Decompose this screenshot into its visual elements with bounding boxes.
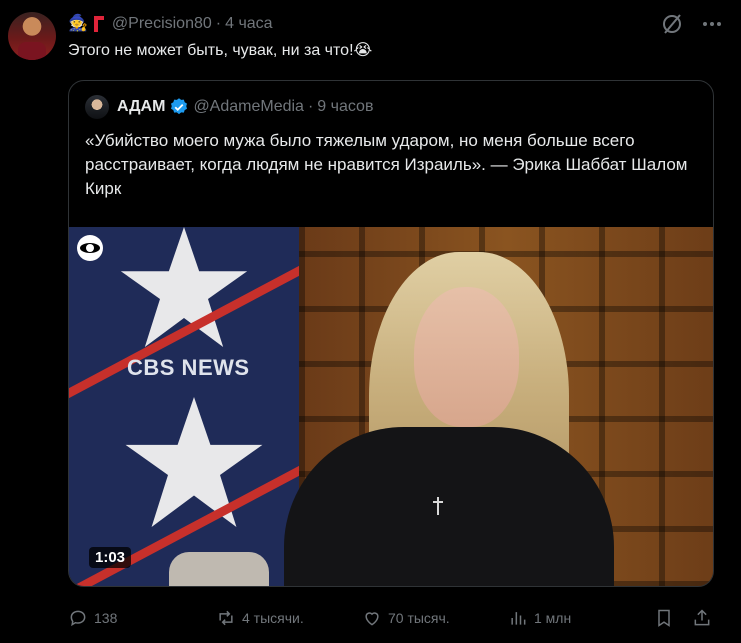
separator-dot: · xyxy=(307,98,314,115)
like-button[interactable]: 70 тысяч. xyxy=(362,604,450,632)
views-chart-icon xyxy=(511,612,526,625)
video-duration: 1:03 xyxy=(89,547,132,568)
wizard-badge-icon: 🧙 xyxy=(68,15,88,32)
tweet-time[interactable]: 4 часа xyxy=(225,15,272,33)
quoted-tweet[interactable]: АДАМ @AdameMedia · 9 часов «Убийство мое… xyxy=(68,80,714,587)
reply-icon xyxy=(70,610,86,627)
bookmark-icon xyxy=(658,609,670,627)
separator-dot: · xyxy=(215,15,222,32)
more-options-icon[interactable] xyxy=(700,14,724,34)
tweet-text: Этого не может быть, чувак, ни за что!😭 xyxy=(68,42,373,59)
cross-necklace xyxy=(433,497,443,515)
quoted-tweet-text: «Убийство моего мужа было тяжелым ударом… xyxy=(85,131,688,198)
like-count: 70 тысяч. xyxy=(388,610,450,626)
action-bar: 138 4 тысячи. 70 тысяч. 1 млн xyxy=(68,604,716,632)
user-avatar[interactable] xyxy=(8,12,56,60)
star-shape xyxy=(125,397,263,527)
person-face xyxy=(414,287,519,427)
quoted-avatar[interactable] xyxy=(85,95,109,119)
cbs-news-watermark: CBS NEWS xyxy=(127,355,250,380)
reply-count: 138 xyxy=(94,610,118,626)
verified-badge-icon xyxy=(171,98,188,115)
reply-button[interactable]: 138 xyxy=(68,604,117,632)
sofa xyxy=(169,552,269,586)
bookmark-button[interactable] xyxy=(654,604,674,632)
person-body xyxy=(284,427,614,586)
repost-button[interactable]: 4 тысячи. xyxy=(216,604,304,632)
share-icon xyxy=(694,609,710,626)
repost-count: 4 тысячи. xyxy=(242,610,304,626)
video-player[interactable]: CBS NEWS 1:03 xyxy=(69,227,713,586)
grok-icon[interactable] xyxy=(660,12,684,36)
quoted-handle[interactable]: @AdameMedia xyxy=(193,98,304,116)
repost-icon xyxy=(219,610,233,626)
heart-icon xyxy=(365,612,379,626)
share-button[interactable] xyxy=(692,604,712,632)
cbs-logo-icon xyxy=(77,235,103,261)
user-handle[interactable]: @Precision80 xyxy=(112,15,212,33)
views-button[interactable]: 1 млн xyxy=(508,604,571,632)
view-count: 1 млн xyxy=(534,610,572,626)
red-flag-badge-icon xyxy=(92,15,104,33)
tweet-header: 🧙 @Precision80 · 4 часа xyxy=(68,12,273,36)
quoted-author-name[interactable]: АДАМ xyxy=(117,98,165,116)
quoted-time[interactable]: 9 часов xyxy=(317,98,373,116)
quoted-tweet-header: АДАМ @AdameMedia · 9 часов xyxy=(85,95,373,119)
